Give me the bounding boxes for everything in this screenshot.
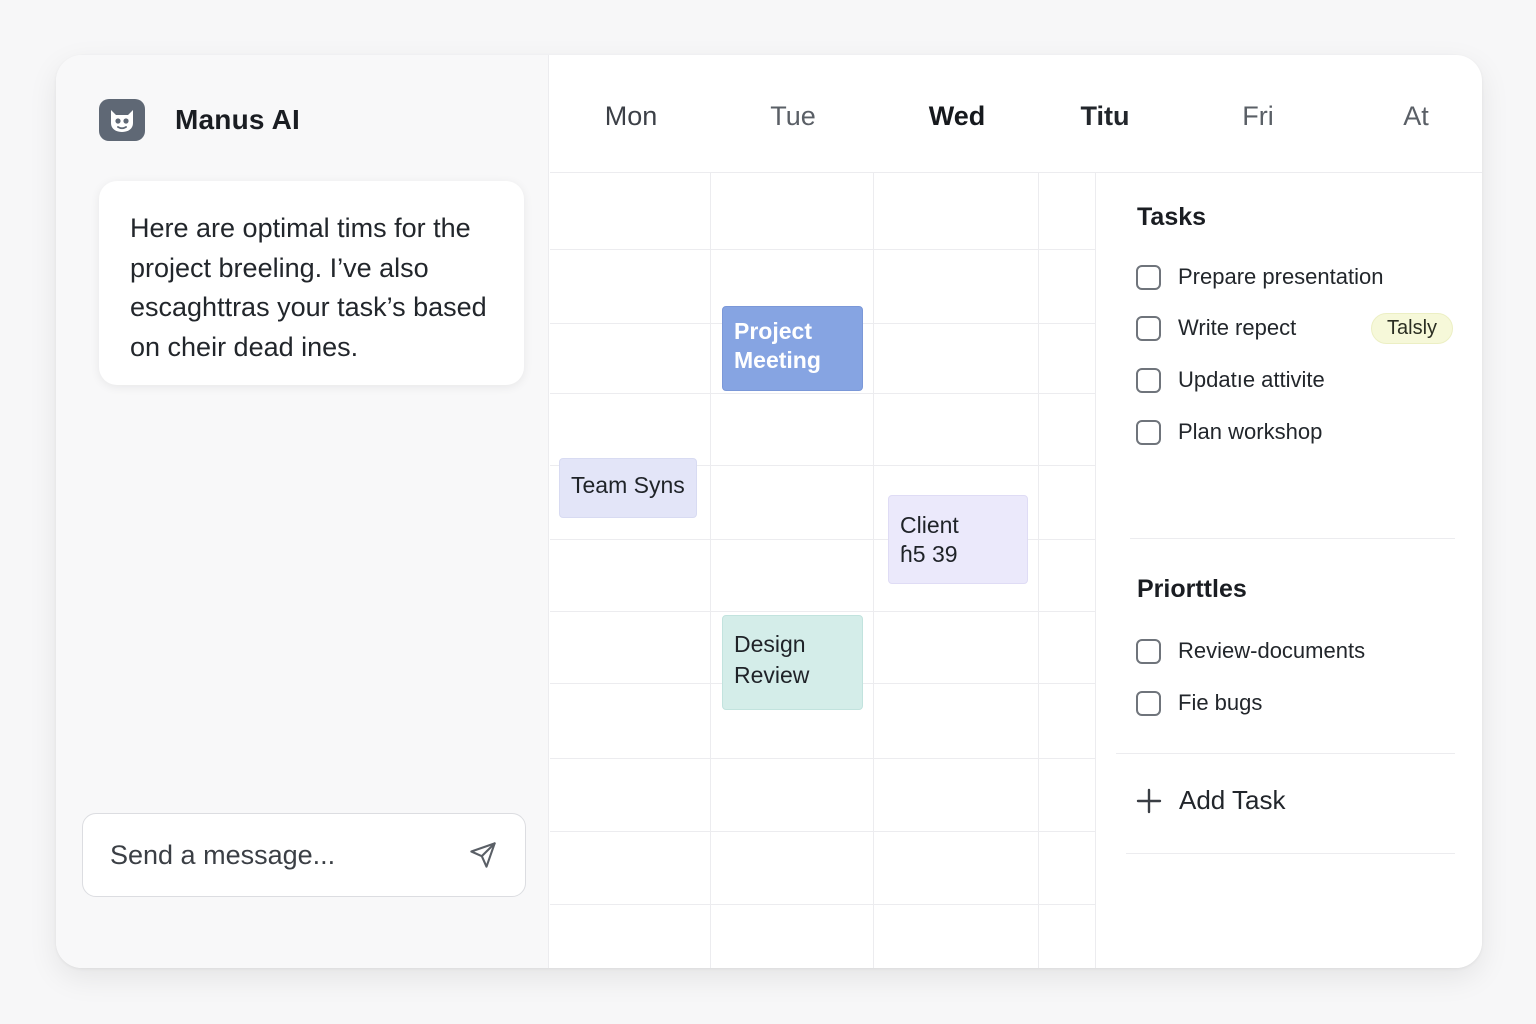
task-checkbox[interactable] [1136, 264, 1161, 290]
assistant-message: Here are optimal tims for the project br… [99, 181, 524, 385]
event-team-sync[interactable]: Team Syns [559, 458, 697, 518]
task-item[interactable]: Prepare presentation [1136, 264, 1383, 290]
day-header-sat[interactable]: At [1403, 101, 1429, 132]
tasks-panel: Tasks Prepare presentation Write repect … [1095, 173, 1482, 968]
manus-logo-icon [99, 99, 145, 141]
task-checkbox[interactable] [1136, 690, 1161, 716]
message-composer [82, 813, 526, 897]
section-divider [1116, 753, 1455, 754]
app-window: Manus AI Here are optimal tims for the p… [56, 55, 1482, 968]
priority-item[interactable]: Fie bugs [1136, 690, 1262, 716]
section-divider [1130, 538, 1455, 539]
event-title: Team Syns [571, 472, 685, 498]
task-item[interactable]: Write repect [1136, 315, 1296, 341]
task-tag-badge: Talsly [1371, 313, 1454, 344]
task-checkbox[interactable] [1136, 419, 1161, 445]
brand: Manus AI [99, 99, 300, 141]
add-task-button[interactable]: Add Task [1136, 785, 1285, 816]
day-header-row: Mon Tue Wed Titu Fri At [550, 55, 1482, 173]
message-input[interactable] [110, 839, 467, 871]
task-checkbox[interactable] [1136, 638, 1161, 664]
task-label: Plan workshop [1178, 419, 1323, 444]
task-item[interactable]: Updatıe attivite [1136, 367, 1325, 393]
send-icon [470, 842, 496, 868]
event-title: Design Review [734, 631, 810, 688]
event-project-meeting[interactable]: Project Meeting [722, 306, 863, 391]
task-label: Review-documents [1178, 638, 1366, 663]
task-label: Fie bugs [1178, 690, 1263, 715]
event-detail: ɦ5 39 [900, 541, 958, 567]
event-title: Project Meeting [734, 318, 821, 373]
day-header-mon[interactable]: Mon [605, 101, 658, 132]
plus-icon [1136, 788, 1162, 813]
send-button[interactable] [467, 839, 499, 871]
task-checkbox[interactable] [1136, 367, 1161, 393]
section-divider [1126, 853, 1455, 854]
day-header-fri[interactable]: Fri [1242, 101, 1273, 132]
task-item[interactable]: Plan workshop [1136, 419, 1322, 445]
event-title: Client [900, 512, 959, 538]
event-design-review[interactable]: Design Review [722, 615, 863, 710]
day-header-tue[interactable]: Tue [770, 101, 816, 132]
event-client[interactable]: Client ɦ5 39 [888, 495, 1028, 584]
day-header-thu[interactable]: Titu [1081, 101, 1130, 132]
priorities-heading: Priorttles [1137, 575, 1247, 603]
add-task-label: Add Task [1179, 785, 1286, 815]
task-label: Prepare presentation [1178, 264, 1384, 289]
tasks-heading: Tasks [1137, 203, 1207, 231]
task-checkbox[interactable] [1136, 315, 1161, 341]
calendar-grid[interactable]: Project Meeting Team Syns Client ɦ5 39 D… [550, 173, 1095, 968]
priority-item[interactable]: Review-documents [1136, 638, 1365, 664]
task-label: Write repect [1178, 315, 1297, 340]
task-label: Updatıe attivite [1178, 367, 1325, 392]
week-calendar: Mon Tue Wed Titu Fri At Project Meeting [550, 55, 1482, 968]
app-name: Manus AI [175, 104, 301, 135]
chat-sidebar: Manus AI Here are optimal tims for the p… [56, 55, 549, 968]
day-header-wed[interactable]: Wed [929, 101, 986, 132]
